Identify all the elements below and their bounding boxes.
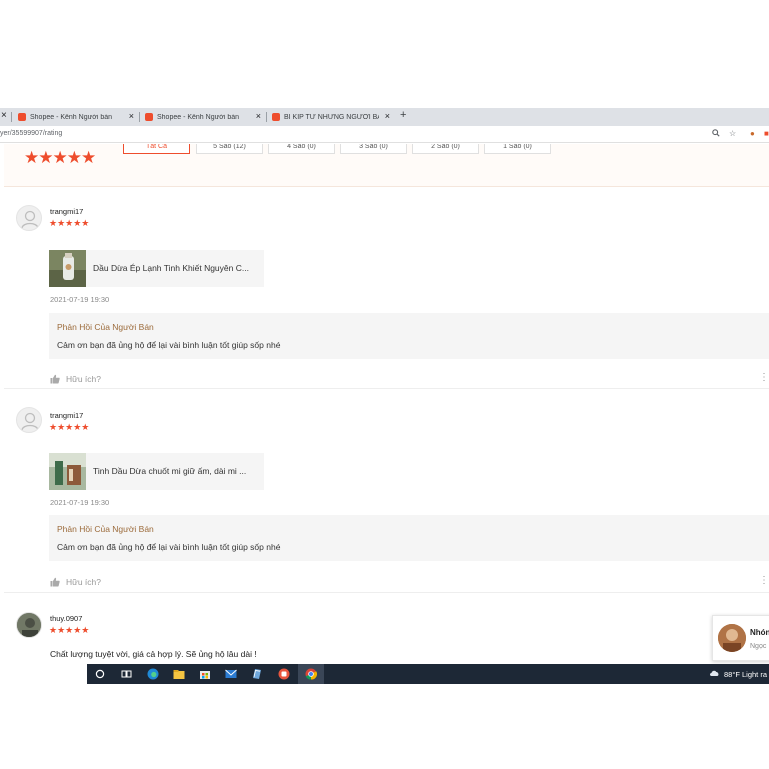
reviewer-name[interactable]: thuy.0907: [50, 614, 82, 623]
browser-tab[interactable]: Shopee - Kênh Người bán ×: [18, 108, 138, 126]
shopee-favicon-icon: [145, 113, 153, 121]
review-item: trangmi17 ★★★★★ Tinh Dầu Dừa chuốt mi gi…: [4, 390, 769, 593]
review-comment: Chất lượng tuyệt vời, giá cả hợp lý. Sẽ …: [50, 649, 257, 659]
helpful-button[interactable]: Hữu ích?: [50, 577, 101, 587]
user-avatar-icon[interactable]: [16, 612, 42, 638]
taskbar-blank-area: [0, 664, 87, 684]
address-bar[interactable]: yer/35599907/rating ☆ ● ■: [0, 126, 769, 143]
more-options-kebab-icon[interactable]: ⋮: [759, 372, 769, 383]
review-date: 2021-07-19 19:30: [50, 295, 110, 304]
reviewed-product[interactable]: Tinh Dầu Dừa chuốt mi giữ ấm, dài mi ...: [49, 453, 264, 490]
review-item: trangmi17 ★★★★★ Dầu Dừa Ép Lạnh Tinh Khi…: [4, 188, 769, 389]
tab-title: Shopee - Kênh Người bán: [157, 113, 240, 121]
helpful-label: Hữu ích?: [66, 577, 101, 587]
reviewer-name[interactable]: trangmi17: [50, 207, 83, 216]
tab-title: BÍ KÍP TỪ NHỮNG NGƯỜI BÁN C: [284, 113, 379, 121]
thumbs-up-icon: [50, 374, 60, 384]
seller-reply: Phản Hồi Của Người Bán Cảm ơn bạn đã ủng…: [49, 515, 769, 561]
filter-button-all[interactable]: Tất Cả: [123, 144, 190, 154]
new-tab-button[interactable]: +: [400, 109, 406, 121]
browser-tab[interactable]: Shopee - Kênh Người bán ×: [145, 108, 265, 126]
reviewer-name[interactable]: trangmi17: [50, 411, 83, 420]
mail-icon[interactable]: [224, 667, 238, 681]
store-icon[interactable]: [198, 667, 212, 681]
chrome-icon[interactable]: [304, 667, 318, 681]
filter-button-2-star[interactable]: 2 Sao (0): [412, 144, 479, 154]
helpful-label: Hữu ích?: [66, 374, 101, 384]
shopee-favicon-icon: [272, 113, 280, 121]
overall-rating-stars: ★★★★★: [24, 148, 96, 167]
windows-search-icon[interactable]: [93, 667, 107, 681]
review-stars: ★★★★★: [49, 625, 90, 635]
browser-tab[interactable]: BÍ KÍP TỪ NHỮNG NGƯỜI BÁN C ×: [272, 108, 394, 126]
close-tab-icon[interactable]: ×: [1, 110, 7, 121]
filter-button-1-star[interactable]: 1 Sao (0): [484, 144, 551, 154]
seller-reply-text: Cảm ơn bạn đã ủng hộ để lại vài bình luậ…: [57, 542, 281, 552]
tab-strip: × Shopee - Kênh Người bán × Shopee - Kên…: [0, 108, 769, 126]
rating-filter-panel: ★★★★★ Tất Cả 5 Sao (12) 4 Sao (0) 3 Sao …: [4, 144, 769, 187]
app-icon[interactable]: [277, 667, 291, 681]
app-icon[interactable]: [250, 667, 264, 681]
product-name[interactable]: Tinh Dầu Dừa chuốt mi giữ ấm, dài mi ...: [93, 466, 261, 476]
file-explorer-icon[interactable]: [172, 667, 186, 681]
review-stars: ★★★★★: [49, 422, 90, 432]
edge-icon[interactable]: [146, 667, 160, 681]
reviewed-product[interactable]: Dầu Dừa Ép Lạnh Tinh Khiết Nguyên C...: [49, 250, 264, 287]
screen: × Shopee - Kênh Người bán × Shopee - Kên…: [0, 108, 769, 684]
search-icon[interactable]: [712, 129, 720, 139]
tab-title: Shopee - Kênh Người bán: [30, 113, 113, 121]
weather-widget[interactable]: 88°F Light ra: [709, 669, 767, 679]
seller-reply-title: Phản Hồi Của Người Bán: [57, 322, 154, 332]
chat-name: Nhón: [750, 628, 769, 637]
close-tab-icon[interactable]: ×: [385, 111, 390, 121]
filter-button-3-star[interactable]: 3 Sao (0): [340, 144, 407, 154]
product-thumbnail: [49, 250, 86, 287]
extension-icon[interactable]: ●: [750, 129, 755, 138]
filter-button-4-star[interactable]: 4 Sao (0): [268, 144, 335, 154]
user-avatar-icon[interactable]: [16, 205, 42, 231]
url-text[interactable]: yer/35599907/rating: [0, 130, 62, 137]
seller-reply: Phản Hồi Của Người Bán Cảm ơn bạn đã ủng…: [49, 313, 769, 359]
product-name[interactable]: Dầu Dừa Ép Lạnh Tinh Khiết Nguyên C...: [93, 263, 261, 273]
more-options-kebab-icon[interactable]: ⋮: [759, 575, 769, 586]
user-avatar-icon[interactable]: [16, 407, 42, 433]
bookmark-star-icon[interactable]: ☆: [729, 129, 736, 138]
review-item: thuy.0907 ★★★★★ Chất lượng tuyệt vời, gi…: [4, 594, 769, 664]
filter-button-5-star[interactable]: 5 Sao (12): [196, 144, 263, 154]
close-tab-icon[interactable]: ×: [256, 111, 261, 121]
chat-popup[interactable]: Nhón Ngọc: [712, 615, 769, 661]
chat-avatar: [718, 624, 746, 652]
helpful-button[interactable]: Hữu ích?: [50, 374, 101, 384]
cloud-rain-icon: [709, 669, 720, 679]
seller-reply-text: Cảm ơn bạn đã ủng hộ để lại vài bình luậ…: [57, 340, 281, 350]
review-stars: ★★★★★: [49, 218, 90, 228]
extension-icon[interactable]: ■: [764, 129, 769, 138]
close-tab-icon[interactable]: ×: [129, 111, 134, 121]
task-view-icon[interactable]: [119, 667, 133, 681]
windows-taskbar: 88°F Light ra: [0, 664, 769, 684]
thumbs-up-icon: [50, 577, 60, 587]
chat-subtitle: Ngọc: [750, 643, 767, 650]
seller-reply-title: Phản Hồi Của Người Bán: [57, 524, 154, 534]
weather-text: 88°F Light ra: [724, 669, 768, 679]
review-date: 2021-07-19 19:30: [50, 498, 110, 507]
shopee-favicon-icon: [18, 113, 26, 121]
product-thumbnail: [49, 453, 86, 490]
ratings-page: ★★★★★ Tất Cả 5 Sao (12) 4 Sao (0) 3 Sao …: [0, 144, 769, 664]
